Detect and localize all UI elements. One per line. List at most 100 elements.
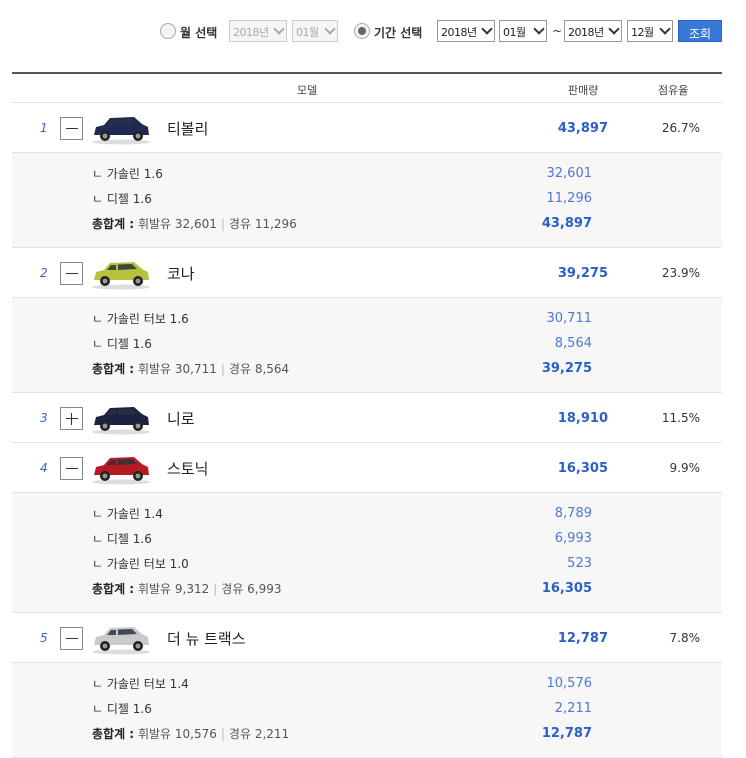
header-sales: 판매량	[568, 84, 599, 97]
trim-label: ㄴ 디젤 1.6	[92, 532, 152, 546]
rank-number: 2	[40, 266, 48, 280]
total-diesel: 경유 11,296	[228, 217, 297, 231]
fuel-total-summary: 총합계 : 휘발유 9,312 | 경유 6,993	[92, 580, 282, 597]
sales-ranking-table: 모델 판매량 점유율 1 티볼리 43,897 26.7% ㄴ 가솔린 1.6 32,60…	[12, 72, 722, 758]
market-share: 9.9%	[669, 461, 701, 475]
car-thumbnail	[90, 451, 152, 485]
from-month-value: 01월	[503, 26, 526, 39]
collapse-button[interactable]	[60, 117, 83, 140]
chevron-down-icon	[481, 23, 493, 35]
market-share: 7.8%	[669, 631, 701, 645]
model-name[interactable]: 티볼리	[167, 118, 208, 139]
chevron-down-icon	[324, 23, 336, 35]
month-year-select[interactable]: 2018년	[229, 20, 287, 42]
total-gasoline: 휘발유 32,601	[137, 217, 217, 231]
minus-icon	[66, 418, 78, 419]
rank-number: 1	[40, 121, 48, 135]
divider: |	[220, 217, 225, 231]
fuel-total-summary: 총합계 : 휘발유 30,711 | 경유 8,564	[92, 360, 289, 377]
table-row: 5 더 뉴 트랙스 12,787 7.8%	[12, 613, 722, 663]
trim-label: ㄴ 가솔린 터보 1.6	[92, 312, 189, 326]
month-month-select[interactable]: 01월	[292, 20, 338, 42]
total-gasoline: 휘발유 30,711	[137, 362, 217, 376]
divider: |	[213, 582, 218, 596]
trim-label: ㄴ 디젤 1.6	[92, 702, 152, 716]
minus-icon	[66, 638, 78, 639]
total-label: 총합계 :	[92, 727, 135, 741]
trim-sales: 8,789	[554, 506, 592, 521]
total-diesel: 경유 2,211	[228, 727, 290, 741]
query-button[interactable]: 조회	[678, 20, 722, 42]
collapse-button[interactable]	[60, 457, 83, 480]
trim-label: ㄴ 디젤 1.6	[92, 337, 152, 351]
sales-count: 12,787	[557, 631, 608, 646]
trim-label: ㄴ 디젤 1.6	[92, 192, 152, 206]
table-row: 2 코나 39,275 23.9%	[12, 248, 722, 298]
divider: |	[220, 727, 225, 741]
to-year-select[interactable]: 2018년	[564, 20, 622, 42]
chevron-down-icon	[533, 23, 545, 35]
sales-count: 39,275	[557, 266, 608, 281]
to-month-select[interactable]: 12월	[627, 20, 673, 42]
chevron-down-icon	[608, 23, 620, 35]
total-sum: 16,305	[541, 581, 592, 596]
minus-icon	[66, 468, 78, 469]
sales-count: 43,897	[557, 121, 608, 136]
expand-button[interactable]	[60, 407, 83, 430]
rank-number: 5	[40, 631, 48, 645]
total-label: 총합계 :	[92, 217, 135, 231]
divider: |	[220, 362, 225, 376]
trim-sales: 523	[567, 556, 592, 571]
trim-sales: 2,211	[554, 701, 592, 716]
car-thumbnail	[90, 256, 152, 290]
table-row: 4 스토닉 16,305 9.9%	[12, 443, 722, 493]
chevron-down-icon	[273, 23, 285, 35]
header-model: 모델	[297, 84, 318, 97]
model-name[interactable]: 스토닉	[167, 458, 208, 479]
total-diesel: 경유 6,993	[221, 582, 282, 596]
period-select-radio[interactable]	[354, 23, 370, 39]
month-select-label: 월 선택	[180, 26, 218, 40]
month-year-value: 2018년	[233, 26, 269, 39]
collapse-button[interactable]	[60, 627, 83, 650]
to-year-value: 2018년	[568, 26, 604, 39]
period-select-label: 기간 선택	[374, 26, 423, 40]
to-month-value: 12월	[631, 26, 654, 39]
trim-label: ㄴ 가솔린 터보 1.0	[92, 557, 189, 571]
model-name[interactable]: 더 뉴 트랙스	[167, 628, 246, 649]
from-year-value: 2018년	[441, 26, 477, 39]
total-gasoline: 휘발유 9,312	[137, 582, 210, 596]
fuel-total-summary: 총합계 : 휘발유 32,601 | 경유 11,296	[92, 215, 297, 232]
trim-sales: 32,601	[546, 166, 593, 181]
from-month-select[interactable]: 01월	[499, 20, 547, 42]
month-select-radio[interactable]	[160, 23, 176, 39]
from-year-select[interactable]: 2018년	[437, 20, 495, 42]
trim-sales: 8,564	[554, 336, 592, 351]
market-share: 26.7%	[661, 121, 700, 135]
minus-icon	[66, 128, 78, 129]
trim-sales: 11,296	[546, 191, 593, 206]
total-label: 총합계 :	[92, 362, 135, 376]
sales-count: 16,305	[557, 461, 608, 476]
plus-icon	[71, 413, 72, 425]
total-label: 총합계 :	[92, 582, 135, 596]
model-name[interactable]: 니로	[167, 408, 195, 429]
car-thumbnail	[90, 401, 152, 435]
trim-label: ㄴ 가솔린 1.6	[92, 167, 163, 181]
car-thumbnail	[90, 111, 152, 145]
total-diesel: 경유 8,564	[228, 362, 290, 376]
table-header: 모델 판매량 점유율	[12, 74, 722, 103]
sales-count: 18,910	[557, 411, 608, 426]
header-share: 점유율	[658, 84, 689, 97]
collapse-button[interactable]	[60, 262, 83, 285]
rank-number: 4	[40, 461, 48, 475]
table-row: 1 티볼리 43,897 26.7%	[12, 103, 722, 153]
trim-detail-panel: ㄴ 가솔린 터보 1.4 10,576 ㄴ 디젤 1.6 2,211 총합계 : 휘발유…	[12, 663, 722, 758]
range-separator: ~	[552, 24, 563, 38]
rank-number: 3	[40, 411, 48, 425]
model-name[interactable]: 코나	[167, 263, 195, 284]
minus-icon	[66, 273, 78, 274]
table-row: 3 니로 18,910 11.5%	[12, 393, 722, 443]
market-share: 11.5%	[661, 411, 700, 425]
trim-detail-panel: ㄴ 가솔린 터보 1.6 30,711 ㄴ 디젤 1.6 8,564 총합계 : 휘발유…	[12, 298, 722, 393]
